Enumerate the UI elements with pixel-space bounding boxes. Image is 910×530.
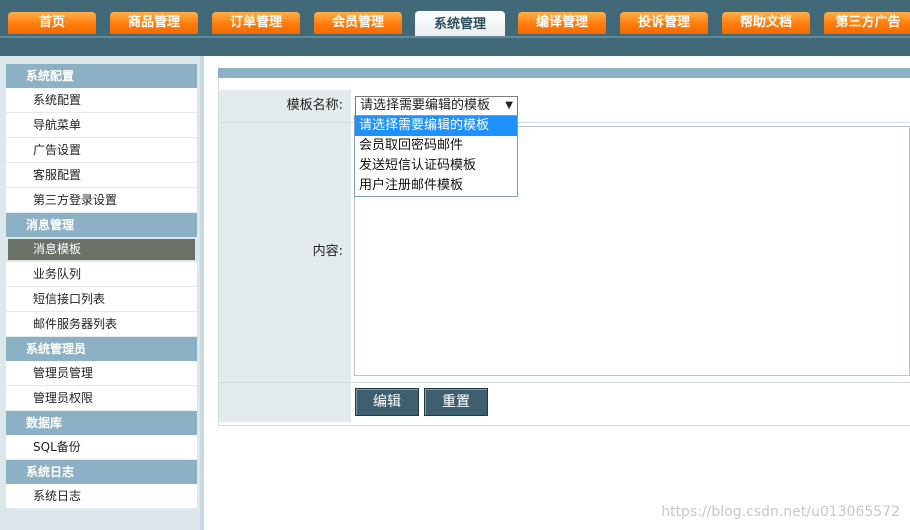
sidebar-item-third-party-login[interactable]: 第三方登录设置 [6,188,197,213]
select-value: 请选择需要编辑的模板 [360,98,491,113]
option-sms-code-template[interactable]: 发送短信认证码模板 [355,156,517,176]
panel-header-bar [218,68,910,78]
sidebar-item-service-config[interactable]: 客服配置 [6,163,197,188]
sidebar-item-system-log[interactable]: 系统日志 [6,484,197,509]
sidebar-group-title[interactable]: 数据库 [6,411,197,435]
sidebar-group-title[interactable]: 系统配置 [6,64,197,88]
option-select-template[interactable]: 请选择需要编辑的模板 [355,116,517,136]
sidebar-item-message-template[interactable]: 消息模板 [8,239,195,260]
sidebar-item-system-config[interactable]: 系统配置 [6,88,197,113]
sidebar-item-ad-settings[interactable]: 广告设置 [6,138,197,163]
sidebar-group-title[interactable]: 系统管理员 [6,337,197,361]
tab-orders[interactable]: 订单管理 [212,12,300,34]
button-row-label-cell [219,382,351,422]
watermark: https://blog.csdn.net/u013065572 [661,504,900,520]
sub-navigation-bar [0,36,910,56]
option-password-recovery-mail[interactable]: 会员取回密码邮件 [355,136,517,156]
sidebar: 系统配置 系统配置 导航菜单 广告设置 客服配置 第三方登录设置 消息管理 消息… [0,56,204,530]
sidebar-item-admin-permissions[interactable]: 管理员权限 [6,386,197,411]
sidebar-group-title[interactable]: 消息管理 [6,213,197,237]
template-name-label: 模板名称: [219,90,351,122]
tab-goods[interactable]: 商品管理 [110,12,198,34]
content-label: 内容: [219,122,351,382]
edit-button[interactable]: 编辑 [355,388,419,416]
template-dropdown-list: 请选择需要编辑的模板 会员取回密码邮件 发送短信认证码模板 用户注册邮件模板 [354,115,518,197]
row-divider [219,382,910,383]
tab-system[interactable]: 系统管理 [415,11,505,36]
sidebar-item-mail-servers[interactable]: 邮件服务器列表 [6,312,197,337]
tab-complaints[interactable]: 投诉管理 [620,12,708,34]
tab-help[interactable]: 帮助文档 [722,12,810,34]
sidebar-group-title[interactable]: 系统日志 [6,460,197,484]
reset-button[interactable]: 重置 [424,388,488,416]
tab-third-party-ads[interactable]: 第三方广告 [824,12,910,34]
sidebar-item-sql-backup[interactable]: SQL备份 [6,435,197,460]
template-select[interactable]: 请选择需要编辑的模板 ▼ [355,96,518,116]
sidebar-item-nav-menu[interactable]: 导航菜单 [6,113,197,138]
sidebar-item-sms-interfaces[interactable]: 短信接口列表 [6,287,197,312]
row-divider [219,122,910,123]
main-content: 模板名称: 内容: 请选择需要编辑的模板 ▼ 请选择需要编辑的模板 会员取回密码… [212,56,910,530]
sidebar-item-business-queue[interactable]: 业务队列 [6,262,197,287]
tab-members[interactable]: 会员管理 [314,12,402,34]
sidebar-item-admin-management[interactable]: 管理员管理 [6,361,197,386]
top-navigation: 首页 商品管理 订单管理 会员管理 系统管理 编译管理 投诉管理 帮助文档 第三… [0,0,910,36]
dropdown-arrow-icon[interactable]: ▼ [505,97,513,115]
tab-compile[interactable]: 编译管理 [518,12,606,34]
option-registration-mail[interactable]: 用户注册邮件模板 [355,176,517,196]
tab-home[interactable]: 首页 [8,12,96,34]
